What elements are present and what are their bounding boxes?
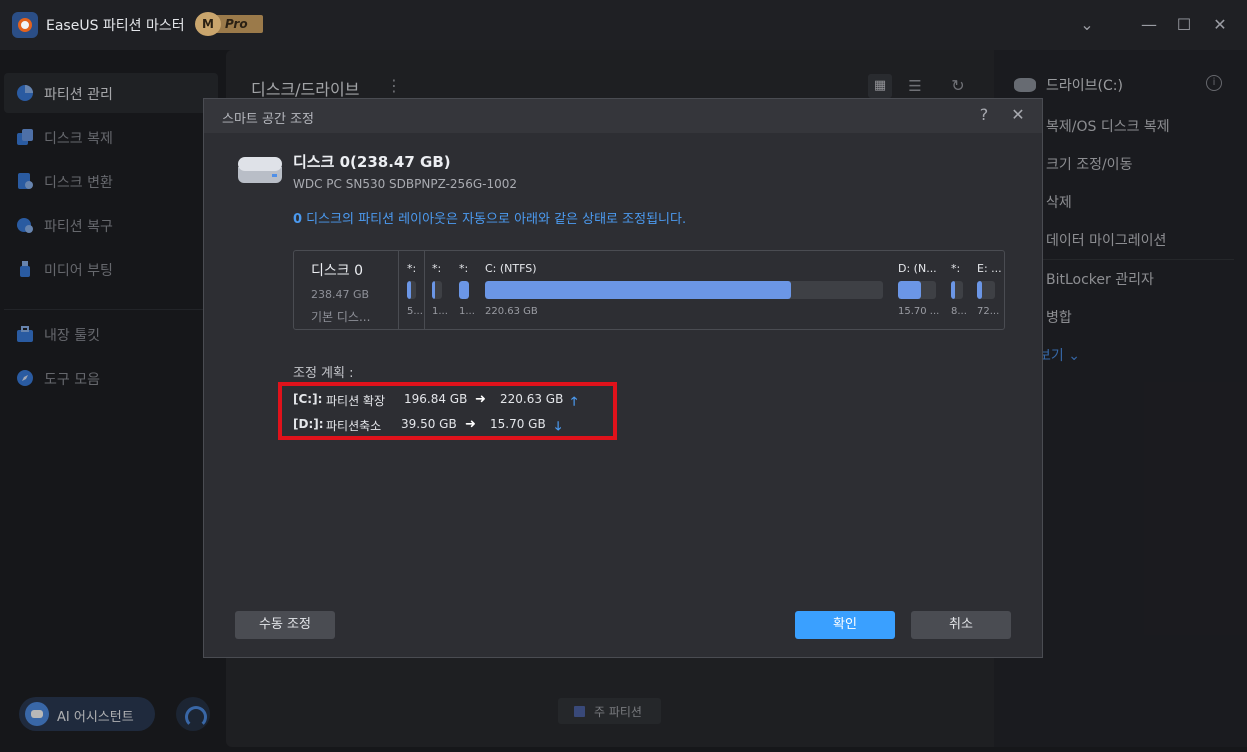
partition-bar xyxy=(485,281,883,299)
partition-fill xyxy=(459,281,469,299)
partition-fill xyxy=(407,281,411,299)
app-title: EaseUS 파티션 마스터 xyxy=(46,18,185,34)
plan-highlight-box xyxy=(278,382,617,440)
partition-fill xyxy=(485,281,792,299)
partition-label: *: xyxy=(432,262,442,275)
partition-size: 1... xyxy=(432,306,448,317)
partition-divider xyxy=(424,251,425,329)
app-logo-icon xyxy=(12,12,38,38)
minimize-button[interactable]: — xyxy=(1137,13,1161,37)
disk-model: WDC PC SN530 SDBPNPZ-256G-1002 xyxy=(293,177,517,191)
maximize-button[interactable]: ☐ xyxy=(1172,13,1196,37)
partition-block[interactable]: E: ... 72... xyxy=(977,251,1002,329)
disk-name: 디스크 0(238.47 GB) xyxy=(293,153,451,171)
pro-badge[interactable]: Pro M xyxy=(195,12,265,36)
partition-label: *: xyxy=(459,262,469,275)
partition-size: 220.63 GB xyxy=(485,306,538,317)
disk-info-cell: 디스크 0 238.47 GB 기본 디스... xyxy=(294,251,399,329)
disk-layout-map: 디스크 0 238.47 GB 기본 디스... *: 5... *: 1...… xyxy=(293,250,1005,330)
partition-label: E: ... xyxy=(977,262,1002,275)
partition-bar xyxy=(459,281,469,299)
disk-size: 238.47 GB xyxy=(311,288,370,301)
close-button[interactable]: ✕ xyxy=(1208,13,1232,37)
partition-block[interactable]: C: (NTFS) 220.63 GB xyxy=(485,251,883,329)
partition-block[interactable]: D: (N... 15.70 ... xyxy=(898,251,940,329)
partition-label: D: (N... xyxy=(898,262,937,275)
manual-adjust-button[interactable]: 수동 조정 xyxy=(235,611,335,639)
pro-badge-m: M xyxy=(195,12,221,36)
dialog-title: 스마트 공간 조정 xyxy=(222,112,314,127)
layout-note: 0 디스크의 파티션 레이아웃은 자동으로 아래와 같은 상태로 조정됩니다. xyxy=(293,208,686,227)
partition-bar xyxy=(977,281,995,299)
partition-bar xyxy=(432,281,442,299)
dialog-close-icon[interactable]: ✕ xyxy=(1008,105,1028,125)
partition-size: 72... xyxy=(977,306,1000,317)
smart-space-dialog: 스마트 공간 조정 ? ✕ 디스크 0(238.47 GB) WDC PC SN… xyxy=(203,98,1043,658)
help-icon[interactable]: ? xyxy=(974,105,994,125)
partition-fill xyxy=(977,281,983,299)
partition-size: 1... xyxy=(459,306,475,317)
partition-bar xyxy=(951,281,963,299)
disk-type: 기본 디스... xyxy=(311,310,371,324)
note-disk-number: 0 xyxy=(293,212,303,227)
dialog-titlebar: 스마트 공간 조정 ? ✕ xyxy=(204,99,1042,133)
partition-block[interactable]: *: 1... xyxy=(432,251,452,329)
partition-fill xyxy=(898,281,921,299)
title-bar: EaseUS 파티션 마스터 Pro M ⌄ — ☐ ✕ xyxy=(0,0,1247,50)
partition-label: C: (NTFS) xyxy=(485,262,537,275)
partition-size: 15.70 ... xyxy=(898,306,940,317)
partition-size: 8... xyxy=(951,306,967,317)
partition-bar xyxy=(407,281,416,299)
partition-block[interactable]: *: 5... xyxy=(407,251,423,329)
disk-label: 디스크 0 xyxy=(311,263,363,279)
partition-size: 5... xyxy=(407,306,423,317)
plan-title: 조정 계획 : xyxy=(293,366,354,381)
partition-block[interactable]: *: 1... xyxy=(459,251,479,329)
partition-bar xyxy=(898,281,936,299)
cancel-button[interactable]: 취소 xyxy=(911,611,1011,639)
ok-button[interactable]: 확인 xyxy=(795,611,895,639)
partition-label: *: xyxy=(951,262,961,275)
hard-disk-icon xyxy=(238,157,282,185)
app-menu-icon[interactable]: ⌄ xyxy=(1075,13,1099,37)
partition-fill xyxy=(432,281,435,299)
partition-fill xyxy=(951,281,955,299)
partition-label: *: xyxy=(407,262,417,275)
note-text: 디스크의 파티션 레이아웃은 자동으로 아래와 같은 상태로 조정됩니다. xyxy=(302,212,687,227)
partition-block[interactable]: *: 8... xyxy=(951,251,967,329)
